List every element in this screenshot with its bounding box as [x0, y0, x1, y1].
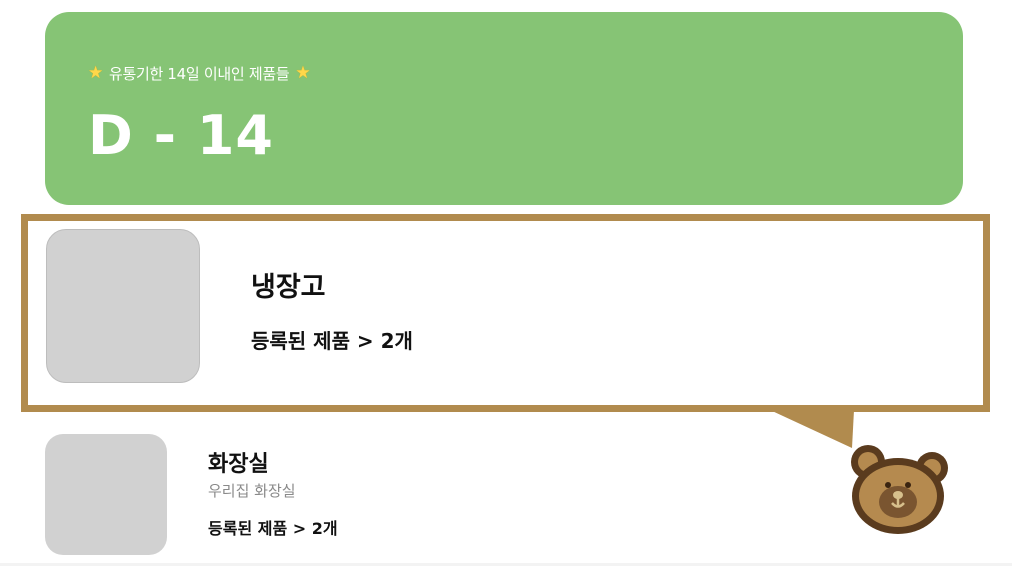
- star-icon: ★: [88, 63, 103, 83]
- banner-subtitle: 유통기한 14일 이내인 제품들: [108, 65, 290, 83]
- storage-thumbnail: [45, 434, 167, 555]
- star-icon: ★: [295, 63, 311, 83]
- storage-title: 냉장고: [251, 272, 326, 303]
- page: ★ 유통기한 14일 이내인 제품들 ★ D - 14 냉장고 등록된 제품 >…: [0, 0, 1012, 563]
- banner-subtitle-row: ★ 유통기한 14일 이내인 제품들 ★: [88, 63, 311, 84]
- expiry-banner: ★ 유통기한 14일 이내인 제품들 ★ D - 14: [45, 12, 963, 205]
- storage-card-fridge[interactable]: 냉장고 등록된 제품 > 2개: [21, 214, 990, 412]
- storage-subtitle: 우리집 화장실: [208, 482, 296, 500]
- storage-thumbnail: [46, 229, 200, 383]
- storage-title[interactable]: 화장실: [208, 446, 269, 478]
- speech-bubble-tail: [770, 410, 854, 448]
- storage-count[interactable]: 등록된 제품 > 2개: [208, 515, 338, 539]
- banner-title: D - 14: [88, 104, 274, 167]
- storage-count[interactable]: 등록된 제품 > 2개: [251, 325, 413, 354]
- bear-icon[interactable]: [846, 440, 950, 540]
